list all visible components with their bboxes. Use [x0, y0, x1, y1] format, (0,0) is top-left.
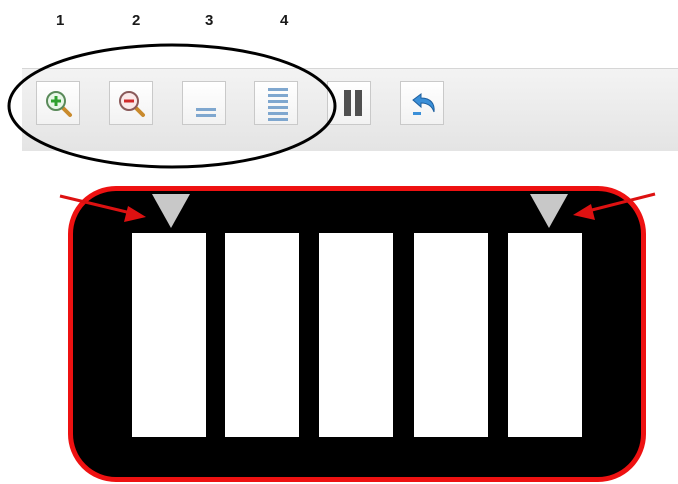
right-marker-icon[interactable]: [530, 194, 568, 228]
left-arrow-icon: [59, 194, 146, 222]
right-arrow-icon: [573, 192, 656, 220]
left-marker-icon[interactable]: [152, 194, 190, 228]
marker-layer: [59, 192, 656, 228]
